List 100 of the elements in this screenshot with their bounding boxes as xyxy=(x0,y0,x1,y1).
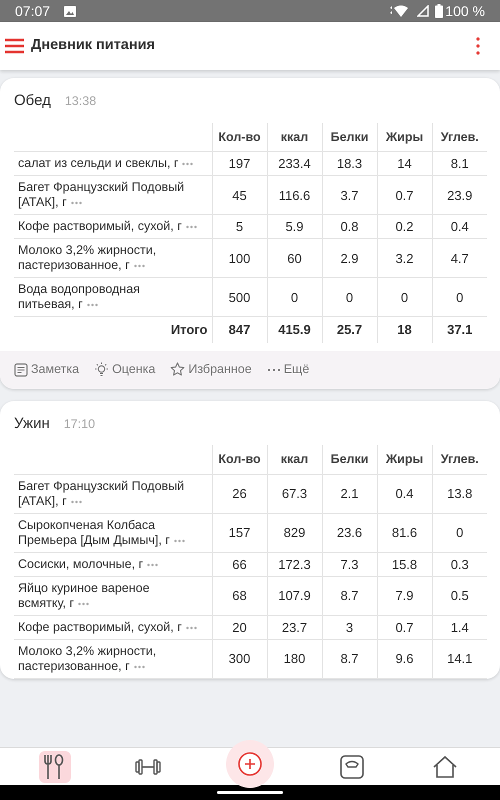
column-header: Углев. xyxy=(440,452,479,466)
meal-name: Ужин xyxy=(14,414,50,434)
table-cell: 3.2 xyxy=(395,250,414,266)
food-item[interactable]: Багет Французский Подовый [АТАК], г xyxy=(18,180,200,210)
total-label: Итого xyxy=(170,322,208,338)
more-icon[interactable] xyxy=(174,538,185,543)
more-icon[interactable] xyxy=(86,302,98,307)
column-header: Углев. xyxy=(440,130,479,144)
table-cell: 0 xyxy=(400,290,408,304)
clock: 07:07 xyxy=(15,2,50,20)
column-header: Жиры xyxy=(386,130,424,144)
table-cell: 0.3 xyxy=(450,556,469,572)
column-header: Белки xyxy=(330,452,368,466)
table-cell: 81.6 xyxy=(392,525,418,540)
lightbulb-icon xyxy=(94,362,110,378)
wifi-icon xyxy=(389,4,410,18)
table-cell: 7.3 xyxy=(340,556,359,572)
table-cell: 14 xyxy=(397,156,412,171)
food-item[interactable]: Вода водопроводная питьевая, г xyxy=(18,282,200,312)
screen-title: Дневник питания xyxy=(31,36,155,56)
more-button[interactable]: Ещё xyxy=(266,360,310,380)
food-item[interactable]: Сосиски, молочные, г xyxy=(18,557,200,572)
food-item[interactable]: Молоко 3,2% жирности, пастеризованное, г xyxy=(18,243,200,274)
table-cell: 172.3 xyxy=(278,556,311,572)
more-icon[interactable] xyxy=(70,500,82,504)
overflow-menu-icon[interactable] xyxy=(476,37,480,55)
more-icon[interactable] xyxy=(134,664,145,669)
table-cell: 66 xyxy=(232,556,247,572)
table-cell: 0.2 xyxy=(395,219,414,234)
table-cell: 0 xyxy=(346,290,354,304)
table-cell: 0.7 xyxy=(395,188,414,202)
total-cell: 847 xyxy=(228,322,250,338)
food-item[interactable]: Кофе растворимый, сухой, г xyxy=(18,219,200,234)
column-header: Белки xyxy=(330,130,368,144)
more-icon[interactable] xyxy=(147,562,158,567)
table-cell: 107.9 xyxy=(278,588,311,604)
table-cell: 180 xyxy=(284,651,306,666)
food-item[interactable]: Сырокопченая Колбаса Премьера [Дым Дымыч], г xyxy=(18,518,200,548)
signal-icon xyxy=(417,5,430,17)
table-cell: 829 xyxy=(284,525,306,540)
table-cell: 23.6 xyxy=(336,525,362,540)
food-item[interactable]: Яйцо куриное вареное всмятку, г xyxy=(18,581,200,611)
food-item[interactable]: Молоко 3,2% жирности, пастеризованное, г xyxy=(18,644,200,674)
more-icon[interactable] xyxy=(70,200,82,205)
rating-button[interactable]: Оценка xyxy=(94,360,156,380)
table-cell: 13.8 xyxy=(447,486,472,502)
more-icon[interactable] xyxy=(134,264,145,268)
column-header: ккал xyxy=(280,130,308,144)
total-cell: 37.1 xyxy=(447,322,472,338)
more-icon[interactable] xyxy=(78,602,89,606)
table-cell: 45 xyxy=(232,188,247,202)
note-button[interactable]: Заметка xyxy=(14,360,80,380)
image-icon xyxy=(64,6,76,16)
meal-time: 17:10 xyxy=(64,416,96,433)
table-cell: 500 xyxy=(228,290,250,304)
table-cell: 18.3 xyxy=(336,156,362,171)
table-cell: 0.5 xyxy=(450,588,469,604)
table-cell: 4.7 xyxy=(450,250,469,266)
table-cell: 157 xyxy=(228,525,250,540)
table-cell: 23.7 xyxy=(282,620,308,635)
more-icon xyxy=(266,368,281,372)
table-cell: 20 xyxy=(232,620,247,635)
table-cell: 7.9 xyxy=(395,588,414,604)
total-cell: 415.9 xyxy=(278,322,311,338)
meal-time: 13:38 xyxy=(64,93,96,110)
food-item[interactable]: салат из сельди и свеклы, г xyxy=(18,156,200,172)
table-cell: 67.3 xyxy=(282,486,308,502)
column-header: Жиры xyxy=(386,452,424,466)
table-cell: 68 xyxy=(232,588,247,604)
table-cell: 197 xyxy=(228,156,250,171)
table-cell: 2.9 xyxy=(340,250,359,266)
menu-icon[interactable] xyxy=(5,38,25,54)
table-cell: 15.8 xyxy=(392,556,418,572)
table-cell: 5 xyxy=(236,219,244,234)
table-cell: 3 xyxy=(346,620,354,635)
nav-diary-button[interactable] xyxy=(38,750,71,782)
more-icon[interactable] xyxy=(182,162,194,166)
note-icon xyxy=(14,362,28,377)
food-item[interactable]: Багет Французский Подовый [АТАК], г xyxy=(18,479,200,509)
food-item[interactable]: Кофе растворимый, сухой, г xyxy=(18,620,200,635)
total-cell: 18 xyxy=(397,322,412,338)
table-cell: 0 xyxy=(456,290,464,304)
favorite-button[interactable]: Избранное xyxy=(170,360,252,380)
table-cell: 2.1 xyxy=(340,486,359,502)
table-cell: 60 xyxy=(287,250,302,266)
table-cell: 300 xyxy=(228,651,250,666)
total-cell: 25.7 xyxy=(336,322,362,338)
table-cell: 116.6 xyxy=(278,188,310,202)
table-cell: 100 xyxy=(228,250,250,266)
table-cell: 0.4 xyxy=(395,486,414,502)
column-header: ккал xyxy=(280,452,308,466)
more-icon[interactable] xyxy=(186,224,197,229)
table-cell: 9.6 xyxy=(395,651,414,666)
table-cell: 1.4 xyxy=(450,620,469,635)
table-cell: 23.9 xyxy=(447,188,472,202)
table-cell: 8.1 xyxy=(450,156,469,171)
table-cell: 3.7 xyxy=(340,188,359,202)
more-icon[interactable] xyxy=(186,626,197,630)
table-cell: 233.4 xyxy=(278,156,311,171)
table-cell: 5.9 xyxy=(285,219,304,234)
